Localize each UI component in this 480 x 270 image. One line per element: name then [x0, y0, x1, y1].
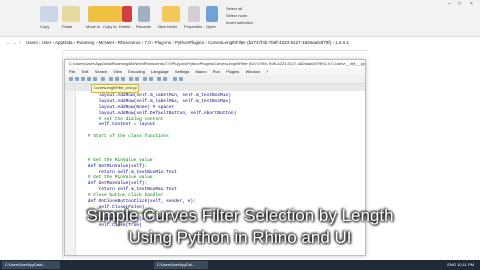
- paste-icon[interactable]: [121, 77, 125, 81]
- select-none-item[interactable]: Select none: [226, 13, 247, 18]
- zoom-in-icon[interactable]: [157, 77, 161, 81]
- maximize-icon[interactable]: □: [458, 1, 461, 7]
- copy-label: Copy: [40, 24, 50, 29]
- menu-help[interactable]: ?: [266, 69, 268, 74]
- system-tray-clock: ENG 10:11 PM: [447, 262, 474, 267]
- save-icon[interactable]: [81, 77, 85, 81]
- find-icon[interactable]: [143, 77, 147, 81]
- minimize-icon[interactable]: –: [448, 1, 451, 7]
- caption-line-2: Using Python in Rhino and UI: [128, 228, 352, 247]
- properties-icon[interactable]: [188, 6, 200, 22]
- menu-macro[interactable]: Macro: [195, 69, 206, 74]
- menu-settings[interactable]: Settings: [175, 69, 189, 74]
- menu-edit[interactable]: Edit: [82, 69, 89, 74]
- caption-line-1: Simple Curves Filter Selection by Length: [86, 206, 394, 225]
- redo-icon[interactable]: [135, 77, 139, 81]
- print-icon[interactable]: [101, 77, 105, 81]
- rename-icon[interactable]: [138, 6, 150, 22]
- editor-menu: File Edit Search View Encoding Language …: [65, 68, 365, 75]
- taskbar-item-explorer[interactable]: C:\Users\User\AppData\...: [2, 261, 60, 269]
- copy-to-icon[interactable]: [104, 6, 122, 22]
- back-forward-icon[interactable]: ← → ↑: [6, 40, 21, 46]
- new-file-icon[interactable]: [69, 77, 73, 81]
- macro-play-icon[interactable]: [179, 77, 183, 81]
- copy-icon[interactable]: [115, 77, 119, 81]
- taskbar: C:\Users\User\AppData\... C:\Users\User\…: [0, 260, 480, 270]
- menu-file[interactable]: File: [69, 69, 75, 74]
- undo-icon[interactable]: [129, 77, 133, 81]
- invert-selection-item[interactable]: Invert selection: [226, 20, 253, 25]
- editor-title: C:\Users\User\AppData\Roaming\McNeel\Rhi…: [65, 60, 365, 68]
- macro-record-icon[interactable]: [173, 77, 177, 81]
- zoom-out-icon[interactable]: [163, 77, 167, 81]
- menu-window[interactable]: Window: [245, 69, 259, 74]
- explorer-ribbon: Copy Paste Move to Copy to Delete Rename…: [0, 0, 480, 37]
- new-folder-icon[interactable]: [162, 6, 180, 22]
- save-all-icon[interactable]: [87, 77, 91, 81]
- taskbar-item-notepad[interactable]: C:\Users\User\AppDat...: [154, 261, 208, 269]
- copy-to-label: Copy to: [103, 24, 117, 29]
- cut-icon[interactable]: [109, 77, 113, 81]
- menu-run[interactable]: Run: [213, 69, 220, 74]
- tab-file[interactable]: CurvesLengthFilter_cmd.py: [91, 84, 139, 93]
- replace-icon[interactable]: [149, 77, 153, 81]
- open-icon[interactable]: [206, 6, 218, 22]
- menu-encoding[interactable]: Encoding: [128, 69, 145, 74]
- menu-language[interactable]: Language: [151, 69, 169, 74]
- paste-label: Paste: [62, 24, 73, 29]
- delete-label: Delete: [119, 24, 131, 29]
- editor-tabs: CurvesLengthFilter_cmd.py: [65, 84, 365, 93]
- properties-label: Properties: [184, 24, 203, 29]
- menu-plugins[interactable]: Plugins: [226, 69, 239, 74]
- address-path[interactable]: Users › User › AppData › Roaming › McNee…: [26, 40, 349, 45]
- close-icon[interactable]: ×: [470, 1, 473, 7]
- copy-icon[interactable]: [40, 6, 58, 22]
- video-caption: Simple Curves Filter Selection by Length…: [0, 205, 480, 249]
- menu-search[interactable]: Search: [95, 69, 108, 74]
- editor-toolbar: [65, 75, 365, 84]
- open-label: Open: [206, 24, 216, 29]
- select-all-item[interactable]: Select all: [226, 6, 242, 11]
- paste-icon[interactable]: [62, 6, 80, 22]
- delete-icon[interactable]: [122, 6, 132, 22]
- rename-label: Rename: [136, 24, 152, 29]
- close-file-icon[interactable]: [93, 77, 97, 81]
- open-file-icon[interactable]: [75, 77, 79, 81]
- new-folder-label: New folder: [158, 24, 178, 29]
- menu-view[interactable]: View: [113, 69, 122, 74]
- move-to-label: Move to: [86, 24, 101, 29]
